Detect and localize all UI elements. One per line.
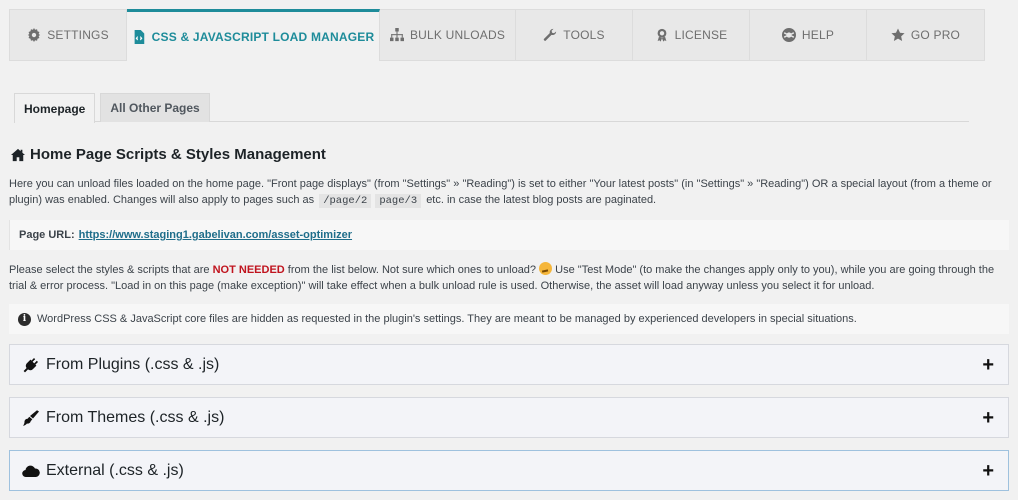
- star-icon: [891, 28, 905, 41]
- sitemap-icon: [389, 28, 404, 42]
- tab-css-js-load-manager[interactable]: CSS & JavaScript Load Manager: [127, 9, 380, 61]
- tab-help[interactable]: Help: [750, 9, 867, 61]
- core-files-notice: i WordPress CSS & JavaScript core files …: [9, 304, 1009, 334]
- instructions-text-2: from the list below. Not sure which ones…: [287, 264, 537, 276]
- tab-go-pro[interactable]: Go Pro: [867, 9, 985, 61]
- tab-settings-label: Settings: [47, 28, 109, 42]
- tab-license-label: License: [674, 28, 728, 42]
- accordion-label: External (.css & .js): [46, 461, 184, 479]
- intro-paragraph: Here you can unload files loaded on the …: [9, 177, 1009, 209]
- accordion-label: From Plugins (.css & .js): [46, 355, 220, 373]
- tab-bulk-unloads-label: Bulk Unloads: [409, 28, 506, 42]
- page-url-link[interactable]: https://www.staging1.gabelivan.com/asset…: [79, 229, 352, 241]
- file-code-icon: [134, 29, 144, 44]
- tab-css-js-load-manager-label: CSS & JavaScript Load Manager: [151, 29, 375, 44]
- notice-text: WordPress CSS & JavaScript core files ar…: [37, 313, 857, 325]
- accordion-external[interactable]: External (.css & .js) +: [9, 450, 1009, 491]
- accordion-from-plugins[interactable]: From Plugins (.css & .js) +: [9, 344, 1009, 385]
- tab-license[interactable]: License: [633, 9, 750, 61]
- expand-plus-icon[interactable]: +: [982, 461, 994, 481]
- tab-tools[interactable]: Tools: [516, 9, 633, 61]
- expand-plus-icon[interactable]: +: [982, 355, 994, 375]
- section-title-text: Home Page Scripts & Styles Management: [30, 146, 326, 163]
- page-type-tabs: Homepage All Other Pages: [14, 93, 969, 123]
- paint-brush-icon: [22, 409, 40, 426]
- home-icon: [11, 148, 25, 161]
- tab-settings[interactable]: Settings: [9, 9, 127, 61]
- tab-homepage[interactable]: Homepage: [14, 93, 96, 123]
- not-needed-highlight: NOT NEEDED: [212, 264, 285, 276]
- expand-plus-icon[interactable]: +: [982, 408, 994, 428]
- thinking-face-emoji-icon: [539, 262, 553, 275]
- life-ring-icon: [781, 28, 796, 42]
- tab-go-pro-label: Go Pro: [910, 28, 961, 42]
- tab-help-label: Help: [801, 28, 835, 42]
- award-icon: [657, 28, 666, 42]
- page-url-box: Page URL: https://www.staging1.gabelivan…: [9, 220, 1009, 250]
- tab-tools-label: Tools: [563, 28, 605, 42]
- gear-icon: [28, 28, 41, 42]
- info-icon: i: [18, 312, 31, 326]
- top-navigation: Settings CSS & JavaScript Load Manager B…: [9, 9, 985, 61]
- cloud-icon: [22, 463, 40, 479]
- plug-icon: [22, 357, 40, 373]
- wrench-icon: [544, 28, 557, 41]
- accordion-label: From Themes (.css & .js): [46, 408, 225, 426]
- tab-bulk-unloads[interactable]: Bulk Unloads: [380, 9, 516, 61]
- code-page-2: /page/2: [319, 193, 372, 208]
- section-title: Home Page Scripts & Styles Management: [11, 146, 326, 163]
- code-page-3: page/3: [375, 193, 422, 208]
- tab-all-other-pages[interactable]: All Other Pages: [100, 93, 210, 122]
- page-url-label: Page URL:: [19, 229, 75, 241]
- accordion-from-themes[interactable]: From Themes (.css & .js) +: [9, 397, 1009, 438]
- intro-text-end: etc. in case the latest blog posts are p…: [426, 193, 657, 206]
- instructions-text: Please select the styles & scripts that …: [9, 264, 210, 276]
- instructions-paragraph: Please select the styles & scripts that …: [9, 262, 1009, 294]
